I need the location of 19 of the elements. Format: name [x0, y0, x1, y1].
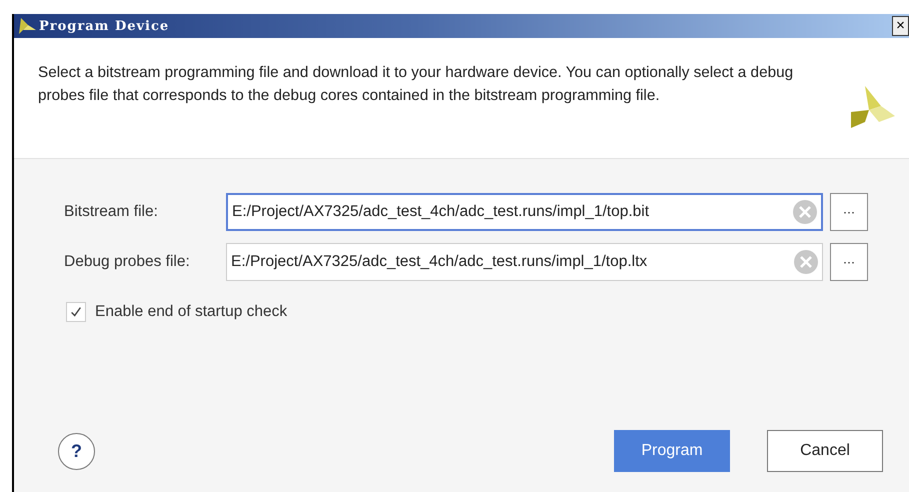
clear-icon[interactable]	[794, 250, 818, 274]
checkmark-icon	[69, 305, 83, 319]
browse-button[interactable]: ···	[830, 193, 868, 231]
clear-icon[interactable]	[793, 200, 817, 224]
program-button[interactable]: Program	[614, 430, 730, 472]
help-button[interactable]: ?	[58, 432, 95, 470]
field-label: Bitstream file:	[64, 203, 159, 221]
logo-icon	[17, 16, 37, 36]
cancel-button[interactable]: Cancel	[767, 430, 883, 472]
description-text: Select a bitstream programming file and download it to your hardware device. You can optionally select a debug probes file that corresponds to the debug cores contained in the bitstream programming file.	[38, 63, 794, 106]
logo-icon	[849, 86, 895, 128]
window-title: Program Device	[39, 18, 170, 34]
file-path-field[interactable]: E:/Project/AX7325/adc_test_4ch/adc_test.runs/impl_1/top.bit	[226, 193, 823, 231]
browse-button[interactable]: ···	[830, 243, 868, 281]
file-path-field[interactable]: E:/Project/AX7325/adc_test_4ch/adc_test.runs/impl_1/top.ltx	[226, 243, 823, 281]
close-button[interactable]: ×	[892, 16, 909, 36]
field-label: Debug probes file:	[64, 253, 191, 271]
checkbox-label[interactable]: Enable end of startup check	[95, 303, 288, 321]
checkbox[interactable]	[66, 302, 86, 322]
